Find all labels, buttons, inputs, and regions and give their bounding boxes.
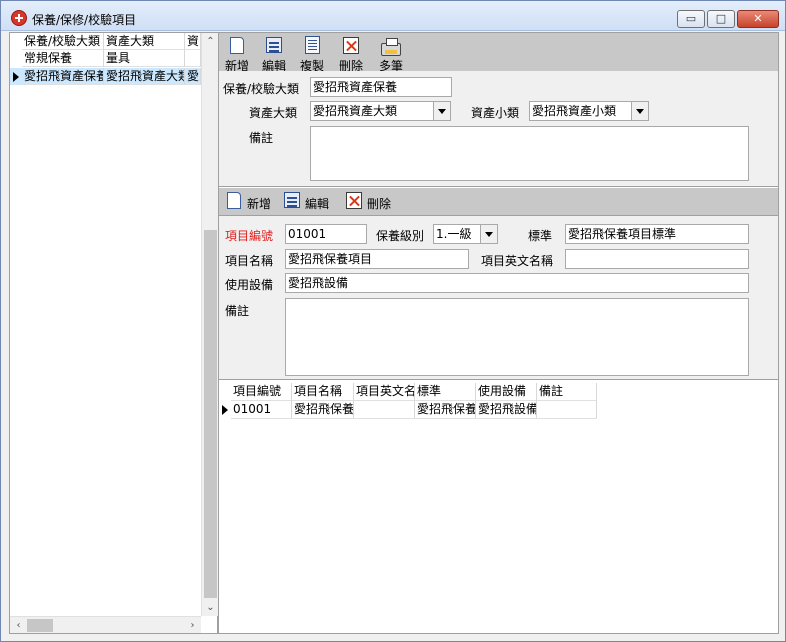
table-cell[interactable]: 量具 [104,50,185,67]
level-label: 保養級別 [376,229,425,243]
chevron-down-icon[interactable] [480,225,497,243]
app-icon [11,10,27,26]
title-bar: 保養/保修/校驗項目 ▭ □ ✕ [1,1,785,31]
delete-icon [346,192,362,209]
item-add-button[interactable]: 新增 [225,192,277,212]
table-row[interactable]: 01001 愛招飛保養 愛招飛保養 愛招飛設備 [219,401,597,419]
column-header-asset-partial[interactable]: 資 [185,33,201,50]
asset-major-value: 愛招飛資產大類 [313,104,398,118]
table-cell[interactable]: 常規保養 [22,50,104,67]
table-cell[interactable]: 愛招飛資產保養 [22,68,104,85]
new-document-icon [227,192,241,209]
scroll-thumb[interactable] [204,230,217,598]
delete-button[interactable]: 刪除 [333,35,369,73]
column-header-category[interactable]: 保養/校驗大類 [22,33,104,50]
item-en-name-input[interactable] [565,249,749,269]
item-remark-textarea[interactable] [285,298,749,376]
copy-icon [305,36,320,54]
category-label: 保養/校驗大類 [223,82,300,96]
chevron-down-icon[interactable] [631,102,648,120]
item-grid: 項目編號 項目名稱 項目英文名 標準 使用設備 備註 01001 愛招飛保養 愛… [219,383,599,421]
table-cell[interactable]: 愛招飛設備 [476,401,537,419]
item-toolbar: 新增 編輯 刪除 [219,188,778,216]
asset-minor-select[interactable]: 愛招飛資產小類 [529,101,649,121]
table-cell[interactable] [185,50,201,67]
row-indicator [10,68,22,85]
table-cell[interactable] [537,401,597,419]
scroll-thumb[interactable] [27,619,53,632]
column-header-asset-major[interactable]: 資產大類 [104,33,185,50]
standard-input[interactable]: 愛招飛保養項目標準 [565,224,749,244]
row-pointer-icon [13,72,19,82]
table-cell[interactable]: 愛招飛保養 [292,401,354,419]
item-delete-label: 刪除 [367,197,392,211]
column-header-standard[interactable]: 標準 [415,383,476,401]
horizontal-scrollbar[interactable]: ‹ › [10,616,201,633]
scroll-right-icon[interactable]: › [184,617,201,634]
asset-minor-value: 愛招飛資產小類 [532,104,617,118]
column-header-equipment[interactable]: 使用設備 [476,383,537,401]
asset-major-label: 資產大類 [249,106,298,120]
window-title: 保養/保修/校驗項目 [32,13,137,27]
level-value: 1.一級 [436,227,472,241]
item-en-name-label: 項目英文名稱 [481,254,554,268]
main-toolbar: 新增 編輯 複製 刪除 多筆 [219,33,778,73]
printer-icon [381,38,401,56]
multi-button[interactable]: 多筆 [373,35,409,73]
scroll-down-icon[interactable]: ⌄ [202,599,219,616]
table-cell[interactable]: 愛招飛保養 [415,401,476,419]
item-form: 項目編號 01001 保養級別 1.一級 標準 愛招飛保養項目標準 項目名稱 愛… [219,216,778,380]
item-add-label: 新增 [247,197,272,211]
category-input[interactable]: 愛招飛資產保養 [310,77,452,97]
add-button[interactable]: 新增 [219,35,255,73]
item-name-input[interactable]: 愛招飛保養項目 [285,249,469,269]
level-select[interactable]: 1.一級 [433,224,498,244]
edit-icon [266,37,282,53]
category-remark-textarea[interactable] [310,126,749,181]
delete-icon [343,37,359,54]
table-row-selected[interactable]: 愛招飛資產保養 愛招飛資產大類 愛 [10,68,201,85]
main-window: 保養/保修/校驗項目 ▭ □ ✕ 保養/校驗大類 資產大類 資 常規保養 量具 … [0,0,786,642]
column-header-remark[interactable]: 備註 [537,383,597,401]
scroll-left-icon[interactable]: ‹ [10,617,27,634]
detail-pane: 新增 編輯 複製 刪除 多筆 保養/校驗大類 愛招飛資產保養 資產大類 愛招飛資… [218,32,779,634]
equipment-label: 使用設備 [225,278,274,292]
maximize-button[interactable]: □ [707,10,735,28]
scroll-up-icon[interactable]: ⌃ [202,33,219,50]
chevron-down-icon[interactable] [433,102,450,120]
item-edit-label: 編輯 [305,197,330,211]
category-grid: 保養/校驗大類 資產大類 資 常規保養 量具 愛招飛資產保養 愛招飛資產大類 愛… [9,32,218,634]
row-indicator [219,401,231,418]
vertical-scrollbar[interactable]: ⌃ ⌄ [201,33,218,616]
asset-major-select[interactable]: 愛招飛資產大類 [310,101,451,121]
asset-minor-label: 資產小類 [471,106,520,120]
table-cell[interactable]: 愛招飛資產大類 [104,68,185,85]
column-header-item-en-name[interactable]: 項目英文名 [354,383,415,401]
item-edit-button[interactable]: 編輯 [283,192,339,212]
table-cell[interactable] [354,401,415,419]
copy-button[interactable]: 複製 [294,35,330,73]
remark-label: 備註 [249,131,274,145]
standard-label: 標準 [528,229,553,243]
equipment-input[interactable]: 愛招飛設備 [285,273,749,293]
item-code-input[interactable]: 01001 [285,224,367,244]
table-cell[interactable]: 愛 [185,68,201,85]
column-header-item-code[interactable]: 項目編號 [231,383,292,401]
close-button[interactable]: ✕ [737,10,779,28]
table-cell[interactable]: 01001 [231,401,292,419]
edit-button[interactable]: 編輯 [256,35,292,73]
new-document-icon [230,37,244,54]
item-delete-button[interactable]: 刪除 [345,192,401,212]
item-name-label: 項目名稱 [225,254,274,268]
item-code-label: 項目編號 [225,229,274,243]
row-pointer-icon [222,405,228,415]
item-remark-label: 備註 [225,304,250,318]
category-form: 保養/校驗大類 愛招飛資產保養 資產大類 愛招飛資產大類 資產小類 愛招飛資產小… [219,71,778,187]
column-header-item-name[interactable]: 項目名稱 [292,383,354,401]
minimize-button[interactable]: ▭ [677,10,705,28]
edit-icon [284,192,300,208]
